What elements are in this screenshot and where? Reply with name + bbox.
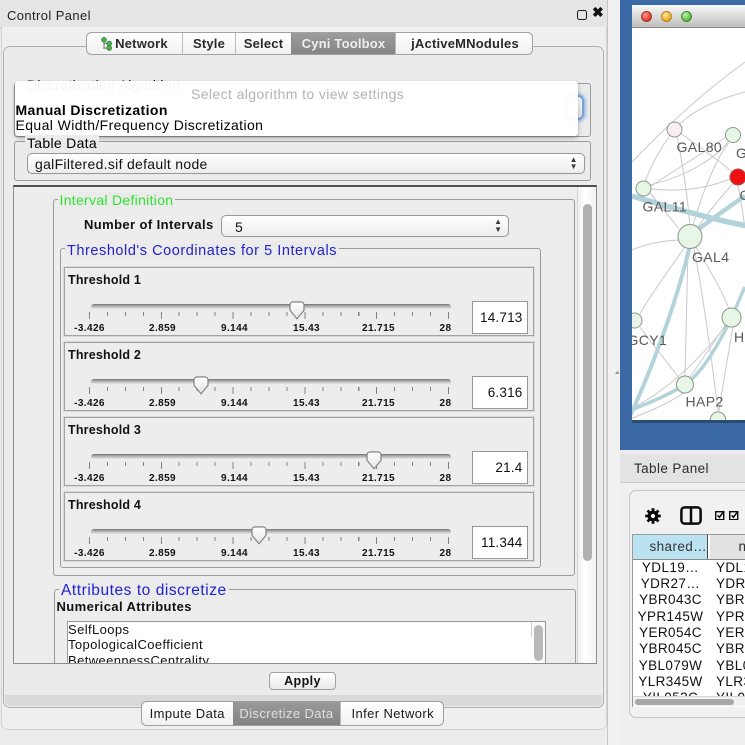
svg-text:H: H — [734, 329, 745, 345]
svg-text:HAP2: HAP2 — [686, 394, 724, 410]
svg-text:GAL80: GAL80 — [677, 139, 723, 155]
svg-text:GAL11: GAL11 — [643, 199, 688, 215]
svg-text:G: G — [736, 145, 745, 161]
svg-text:C: C — [740, 187, 745, 203]
svg-text:GAL4: GAL4 — [692, 249, 729, 265]
svg-text:GCY1: GCY1 — [632, 332, 667, 348]
